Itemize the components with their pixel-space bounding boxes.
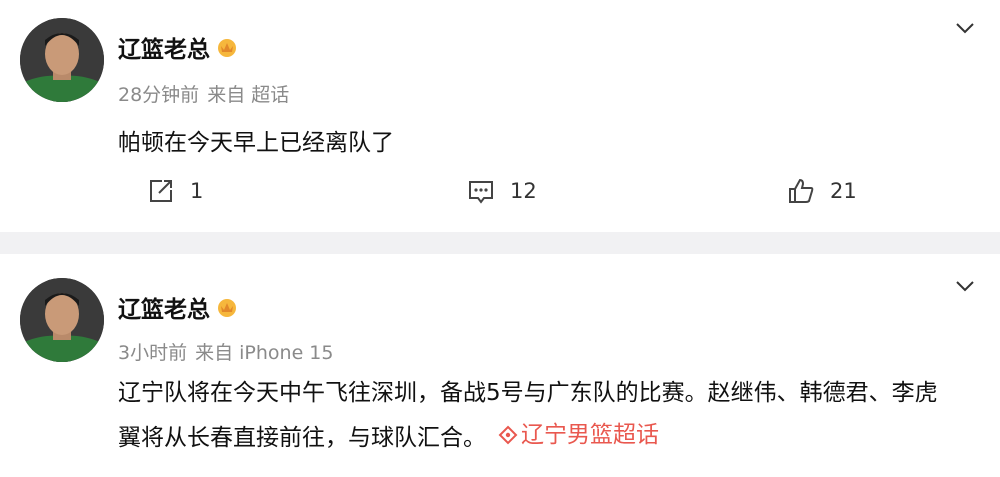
chevron-down-icon[interactable] (956, 280, 974, 292)
topic-link[interactable]: 辽宁男篮超话 (498, 414, 659, 456)
post-text-line: 翼将从长春直接前往，与球队汇合。 辽宁男篮超话 (118, 414, 978, 459)
crown-badge-icon (218, 39, 236, 57)
comment-button[interactable]: 12 (466, 176, 537, 206)
post-time: 3小时前 (118, 342, 188, 364)
repost-button[interactable]: 1 (146, 176, 203, 206)
post-text-line: 辽宁队将在今天中午飞往深圳，备战5号与广东队的比赛。赵继伟、韩德君、李虎 (118, 380, 938, 406)
feed-post: 辽篮老总 28分钟前 来自 超话 帕顿在今天早上已经离队了 1 12 21 (0, 0, 1000, 232)
author-name[interactable]: 辽篮老总 (118, 290, 210, 324)
topic-label[interactable]: 辽宁男篮超话 (521, 414, 659, 456)
post-text: 辽宁队将在今天中午飞往深圳，备战5号与广东队的比赛。赵继伟、韩德君、李虎 翼将从… (118, 372, 978, 459)
post-text-line-content: 翼将从长春直接前往，与球队汇合。 (118, 425, 486, 451)
author-name[interactable]: 辽篮老总 (118, 30, 210, 64)
post-time: 28分钟前 (118, 84, 200, 106)
avatar[interactable] (20, 278, 104, 362)
repost-count: 1 (190, 179, 204, 203)
action-bar: 1 12 21 (0, 176, 1000, 220)
post-source[interactable]: 来自 超话 (207, 80, 289, 107)
post-source[interactable]: 来自 iPhone 15 (195, 338, 333, 365)
comment-icon (469, 181, 493, 204)
avatar[interactable] (20, 18, 104, 102)
author-name-row[interactable]: 辽篮老总 (118, 290, 238, 324)
post-meta: 28分钟前 来自 超话 (118, 80, 289, 107)
like-button[interactable]: 21 (786, 176, 857, 206)
author-name-row[interactable]: 辽篮老总 (118, 30, 238, 64)
post-text: 帕顿在今天早上已经离队了 (118, 130, 394, 156)
topic-diamond-icon (498, 425, 518, 445)
comment-count: 12 (510, 179, 537, 203)
feed-post: 辽篮老总 3小时前 来自 iPhone 15 辽宁队将在今天中午飞往深圳，备战5… (0, 254, 1000, 477)
repost-icon (150, 180, 172, 202)
post-divider (0, 232, 1000, 254)
chevron-down-icon[interactable] (956, 22, 974, 34)
like-icon (789, 178, 814, 203)
like-count: 21 (830, 179, 857, 203)
post-meta: 3小时前 来自 iPhone 15 (118, 338, 333, 365)
crown-badge-icon (218, 299, 236, 317)
